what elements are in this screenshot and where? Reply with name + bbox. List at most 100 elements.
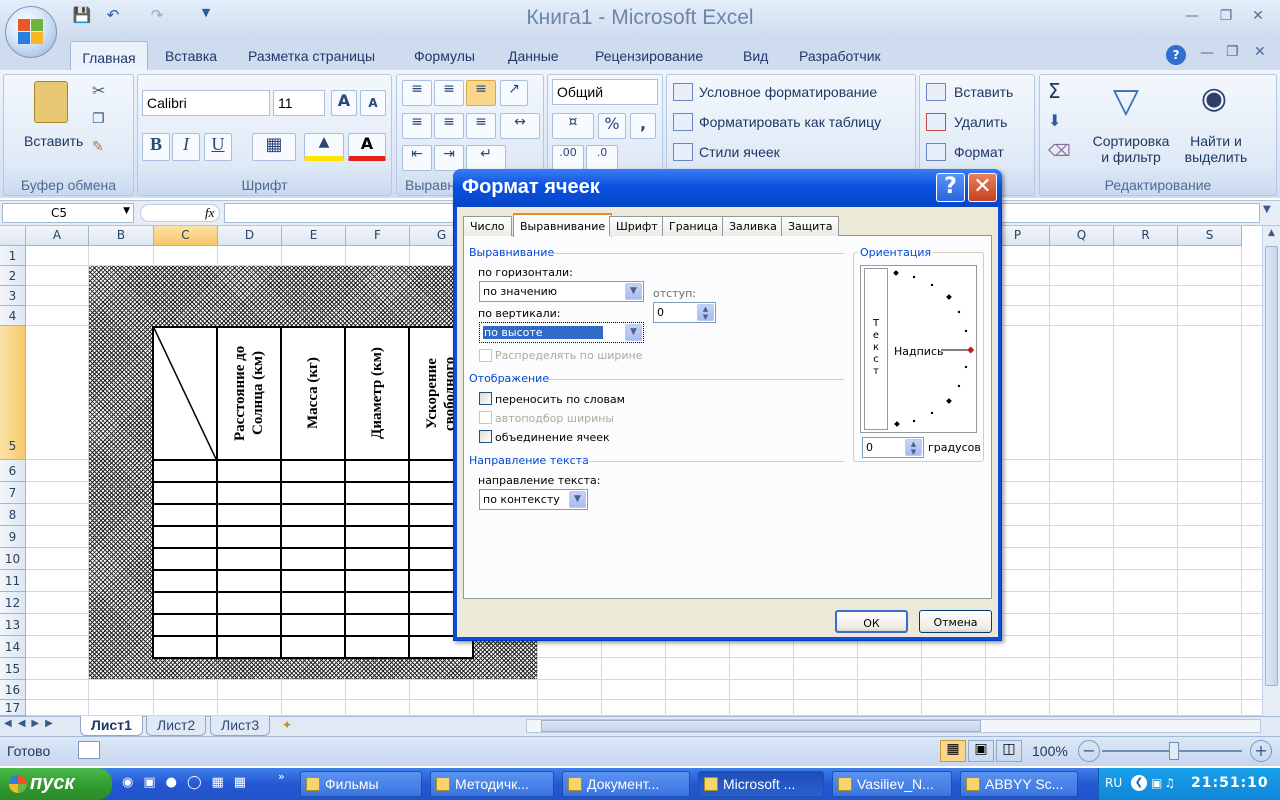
row-header-3[interactable]: 3 [0,286,26,306]
table-cell[interactable] [216,525,282,549]
diagonal-header-cell[interactable] [152,326,218,461]
macro-record-icon[interactable] [78,741,100,759]
paste-icon[interactable] [34,81,68,123]
dialog-help-button[interactable]: ? [936,173,965,202]
select-all-corner[interactable] [0,226,26,246]
table-cell[interactable] [344,525,410,549]
minimize-button[interactable]: — [1180,8,1204,28]
find-binoculars-icon[interactable]: ◉ [1192,81,1236,125]
dialog-tab-border[interactable]: Граница [662,216,726,236]
zoom-out-icon[interactable]: − [1078,740,1100,762]
tab-view[interactable]: Вид [743,48,768,64]
table-cell[interactable] [280,613,346,637]
table-cell[interactable] [280,459,346,483]
chevron-down-icon[interactable]: ▼ [625,324,642,341]
tray-icons[interactable]: ▣♫ [1151,776,1177,790]
row-header-14[interactable]: 14 [0,636,26,658]
merge-center-icon[interactable]: ↔ [500,113,540,139]
table-header-cell[interactable]: Расстояние до Солнца (км) [216,326,282,461]
chevron-down-icon[interactable]: ▼ [625,283,642,300]
table-cell[interactable] [344,569,410,593]
font-color-icon[interactable]: A [348,133,386,161]
row-header-7[interactable]: 7 [0,482,26,504]
clear-icon[interactable]: ⌫ [1048,141,1071,160]
align-left-icon[interactable]: ≡ [402,113,432,139]
shrink-to-fit-checkbox[interactable] [479,411,492,424]
horizontal-select[interactable]: по значению ▼ [479,281,644,302]
tray-expand-icon[interactable]: ❮ [1131,775,1147,791]
taskbar-task[interactable]: Microsoft ... [698,771,824,797]
dialog-tab-font[interactable]: Шрифт [609,216,665,236]
table-cell[interactable] [216,481,282,505]
bold-button[interactable]: B [142,133,170,161]
format-cells-button[interactable]: Формат [954,144,1004,160]
row-header-6[interactable]: 6 [0,460,26,482]
table-cell[interactable] [216,459,282,483]
borders-icon[interactable]: ▦ [252,133,296,161]
find-select-button[interactable]: Найти и выделить [1176,133,1256,165]
table-cell[interactable] [216,635,282,659]
taskbar-task[interactable]: Vasiliev_N... [832,771,952,797]
text-direction-select[interactable]: по контексту ▼ [479,489,588,510]
tab-developer[interactable]: Разработчик [799,48,881,64]
currency-icon[interactable]: ¤ [552,113,594,139]
align-bottom-icon[interactable]: ≡ [466,80,496,106]
align-right-icon[interactable]: ≡ [466,113,496,139]
sheet-nav-icons[interactable]: ◀◀▶▶ [4,718,59,729]
font-size-input[interactable]: 11 [273,90,325,116]
column-header-d[interactable]: D [218,226,282,246]
row-header-12[interactable]: 12 [0,592,26,614]
merge-cells-checkbox[interactable] [479,430,492,443]
sheet-tab-2[interactable]: Лист2 [146,716,207,736]
shrink-font-icon[interactable]: A [360,90,386,116]
taskbar-task[interactable]: Методичк... [430,771,554,797]
align-center-icon[interactable]: ≡ [434,113,464,139]
tab-page-layout[interactable]: Разметка страницы [248,48,375,64]
tab-insert[interactable]: Вставка [165,48,217,64]
zoom-in-icon[interactable]: + [1250,740,1272,762]
tab-formulas[interactable]: Формулы [414,48,475,64]
quick-launch-more-icon[interactable]: » [278,770,285,783]
column-header-q[interactable]: Q [1050,226,1114,246]
insert-function-icon[interactable]: fx [140,204,220,222]
table-cell[interactable] [280,525,346,549]
dialog-tab-protection[interactable]: Защита [781,216,840,236]
degrees-spinner[interactable]: 0 ▲ ▼ [862,437,924,458]
paste-button[interactable]: Вставить [24,133,83,149]
table-cell[interactable] [152,481,218,505]
taskbar-task[interactable]: Документ... [562,771,690,797]
help-icon[interactable]: ? [1166,45,1186,65]
sheet-tab-1[interactable]: Лист1 [80,716,143,736]
column-header-c[interactable]: C [154,226,218,246]
table-cell[interactable] [152,591,218,615]
number-format-select[interactable]: Общий [552,79,658,105]
column-header-a[interactable]: A [26,226,89,246]
column-header-r[interactable]: R [1114,226,1178,246]
table-cell[interactable] [280,547,346,571]
row-header-15[interactable]: 15 [0,658,26,680]
sort-filter-icon[interactable]: ▽ [1106,81,1146,125]
autosum-icon[interactable]: Σ [1048,79,1061,103]
percent-icon[interactable]: % [598,113,626,139]
quick-launch-icons[interactable]: ◉▣●◯▦▦ [122,775,272,795]
format-painter-icon[interactable]: ✎ [92,139,104,155]
table-cell[interactable] [152,503,218,527]
ok-button[interactable]: ОК [835,610,908,633]
italic-button[interactable]: I [172,133,200,161]
format-as-table-button[interactable]: Форматировать как таблицу [699,114,881,130]
grow-font-icon[interactable]: A [331,90,357,116]
dialog-close-button[interactable]: ✕ [968,173,997,202]
table-cell[interactable] [344,503,410,527]
vertical-scrollbar[interactable]: ▲ [1262,226,1280,716]
tab-review[interactable]: Рецензирование [595,48,703,64]
decrease-decimal-icon[interactable]: .0 [586,145,618,171]
comma-icon[interactable]: , [630,113,656,139]
tab-data[interactable]: Данные [508,48,559,64]
taskbar-task[interactable]: ABBYY Sc... [960,771,1078,797]
sort-filter-button[interactable]: Сортировка и фильтр [1088,133,1174,165]
formula-expand-icon[interactable]: ▼ [1263,204,1271,215]
zoom-slider-thumb[interactable] [1169,742,1179,760]
tab-home[interactable]: Главная [70,41,148,73]
table-cell[interactable] [280,591,346,615]
table-cell[interactable] [344,481,410,505]
